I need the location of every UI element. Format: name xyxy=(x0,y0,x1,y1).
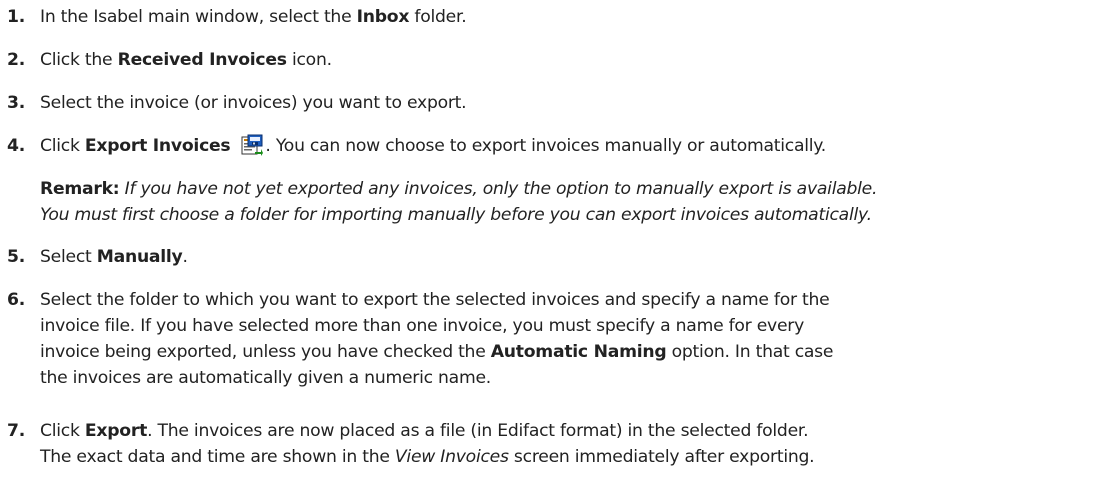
step-number: 1. xyxy=(7,7,25,27)
remark-line-2: You must first choose a folder for impor… xyxy=(40,205,872,225)
step-text: Click Export. The invoices are now place… xyxy=(40,421,815,467)
export-invoices-term: Export Invoices xyxy=(84,136,231,156)
manually-option-term: Manually xyxy=(96,247,183,267)
step-number: 3. xyxy=(7,93,25,113)
step-text: Select Manually. xyxy=(40,247,188,267)
inbox-folder-term: Inbox xyxy=(356,7,410,27)
step-number: 2. xyxy=(7,50,25,70)
step-number: 6. xyxy=(7,290,25,310)
step-text: Select the invoice (or invoices) you wan… xyxy=(40,93,467,113)
export-button-term: Export xyxy=(84,421,148,441)
step-number: 5. xyxy=(7,247,25,267)
received-invoices-term: Received Invoices xyxy=(117,50,287,70)
remark-label: Remark: xyxy=(40,179,120,199)
view-invoices-term: View Invoices xyxy=(394,447,509,467)
step-text: Select the folder to which you want to e… xyxy=(40,290,834,388)
instruction-list: 1. In the Isabel main window, select the… xyxy=(0,0,1104,486)
step-text: Click Export Invoices. You can now choos… xyxy=(40,133,1100,164)
step-text: Click the Received Invoices icon. xyxy=(40,50,332,70)
step-number: 7. xyxy=(7,421,25,441)
remark-note: Remark: If you have not yet exported any… xyxy=(40,176,1100,228)
remark-line-1: Remark: If you have not yet exported any… xyxy=(40,179,878,199)
step-number: 4. xyxy=(7,136,25,156)
export-invoices-icon xyxy=(240,134,264,164)
step-text: In the Isabel main window, select the In… xyxy=(40,7,467,27)
automatic-naming-term: Automatic Naming xyxy=(490,342,667,362)
